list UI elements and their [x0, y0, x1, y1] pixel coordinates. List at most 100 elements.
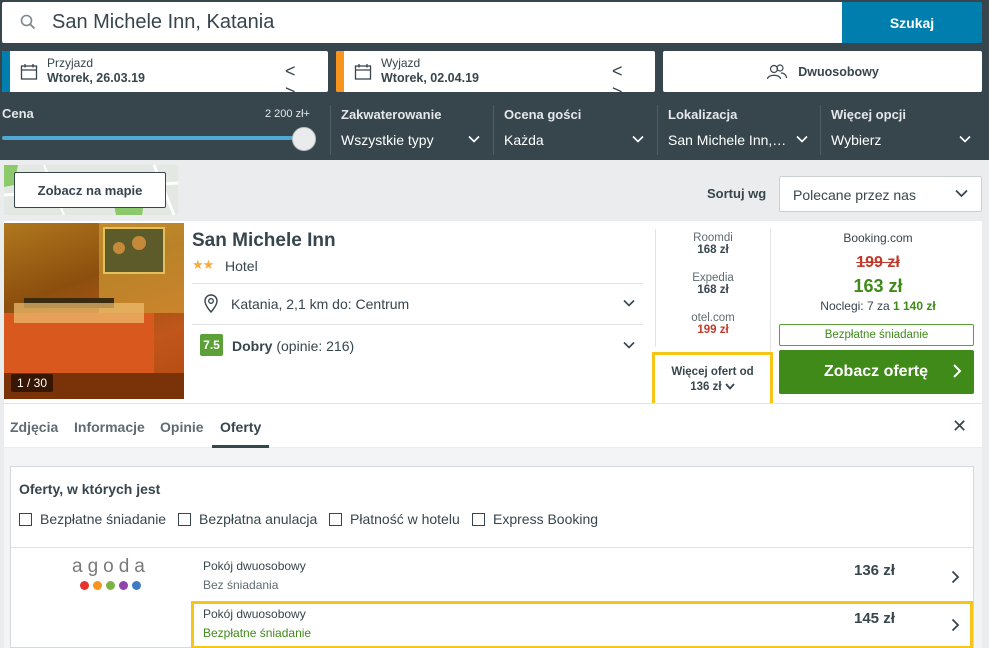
offer-meal: Bez śniadania	[203, 578, 279, 592]
offer-meal: Bezpłatne śniadanie	[203, 626, 312, 640]
filter-more-options[interactable]: Więcej opcji Wybierz	[820, 105, 983, 155]
hotel-photo[interactable]: 1 / 30	[4, 223, 184, 399]
more-offers-label: Więcej ofert od	[671, 366, 754, 378]
mini-deal-otel[interactable]: otel.com 199 zł	[656, 312, 770, 336]
checkbox-label: Płatność w hotelu	[350, 511, 460, 527]
checkout-stripe	[336, 51, 344, 92]
hotel-location[interactable]: Katania, 2,1 km do: Centrum	[231, 296, 409, 312]
checkout-value: Wtorek, 02.04.19	[381, 71, 479, 85]
logo-dot	[119, 581, 129, 590]
view-deal-button[interactable]: Zobacz ofertę	[779, 350, 974, 394]
close-icon[interactable]: ✕	[952, 416, 967, 437]
guests-selector[interactable]: Dwuosobowy	[663, 51, 982, 92]
tab-offers[interactable]: Oferty	[220, 419, 261, 435]
checkbox[interactable]	[472, 512, 485, 526]
checkbox[interactable]	[19, 512, 32, 526]
filter-pay-at-hotel[interactable]: Płatność w hotelu	[329, 511, 460, 527]
filter-free-cancellation[interactable]: Bezpłatna anulacja	[178, 511, 317, 527]
offer-row[interactable]: Pokój dwuosobowy Bez śniadania 136 zł	[191, 551, 973, 599]
filter-title: Lokalizacja	[668, 107, 738, 122]
chevron-down-icon	[955, 189, 968, 198]
divider	[192, 283, 643, 284]
chevron-down-icon[interactable]	[623, 341, 635, 349]
checkbox-label: Bezpłatna anulacja	[199, 511, 318, 527]
mini-deal-roomdi[interactable]: Roomdi 168 zł	[656, 232, 770, 256]
rating-word: Dobry	[232, 338, 273, 354]
calendar-icon	[354, 64, 372, 80]
price-slider-track[interactable]	[2, 136, 304, 140]
filter-guest-rating[interactable]: Ocena gości Każda	[493, 105, 656, 155]
price-slider-thumb[interactable]	[292, 127, 316, 151]
nights-total: 1 140 zł	[893, 299, 936, 313]
offer-room: Pokój dwuosobowy	[203, 607, 306, 621]
tab-info[interactable]: Informacje	[74, 419, 145, 435]
mini-deal-price: 168 zł	[697, 244, 729, 256]
chevron-down-icon	[725, 383, 735, 390]
filter-value: Wybierz	[831, 132, 882, 148]
filter-express-booking[interactable]: Express Booking	[472, 511, 598, 527]
top-bar: San Michele Inn, Katania Szukaj Przyjazd…	[0, 0, 989, 160]
tab-reviews[interactable]: Opinie	[160, 419, 204, 435]
divider	[192, 324, 643, 325]
search-input[interactable]: San Michele Inn, Katania	[2, 2, 842, 43]
free-breakfast-badge: Bezpłatne śniadanie	[779, 324, 974, 346]
checkbox[interactable]	[178, 512, 191, 526]
hotel-tabs: Zdjęcia Informacje Opinie Oferty ✕	[4, 403, 982, 448]
offer-price: 136 zł	[854, 562, 895, 579]
deal-provider: Booking.com	[843, 231, 913, 245]
checkout-label: Wyjazd	[381, 56, 421, 70]
checkbox-label: Bezpłatne śniadanie	[40, 511, 167, 527]
chevron-down-icon	[632, 135, 644, 143]
mini-deal-price: 199 zł	[697, 324, 729, 336]
mini-deal-name: otel.com	[691, 312, 735, 324]
location-pin-icon	[204, 294, 218, 313]
price-max: 2 200 zł+	[265, 108, 310, 120]
mini-deal-expedia[interactable]: Expedia 168 zł	[656, 272, 770, 296]
sort-label: Sortuj wg	[707, 186, 767, 201]
search-query: San Michele Inn, Katania	[52, 11, 275, 33]
nights-summary: Noclegi: 7 za 1 140 zł	[774, 299, 982, 313]
search-button[interactable]: Szukaj	[842, 2, 982, 43]
filter-free-breakfast[interactable]: Bezpłatne śniadanie	[19, 511, 166, 527]
filter-accommodation[interactable]: Zakwaterowanie Wszystkie typy	[330, 105, 492, 155]
checkin-value: Wtorek, 26.03.19	[47, 71, 145, 85]
chevron-down-icon	[959, 135, 971, 143]
divider	[11, 547, 973, 548]
tab-photos[interactable]: Zdjęcia	[10, 419, 58, 435]
date-nav-arrows[interactable]: < >	[285, 61, 328, 92]
logo-dot	[93, 581, 103, 590]
checkout-date[interactable]: Wyjazd Wtorek, 02.04.19 < >	[336, 51, 655, 92]
logo-dot	[106, 581, 116, 590]
users-icon	[767, 63, 788, 79]
offers-panel: Oferty, w których jest Bezpłatne śniadan…	[10, 466, 974, 648]
old-price: 199 zł	[856, 254, 900, 271]
search-icon	[20, 14, 36, 30]
chevron-right-icon	[953, 364, 962, 378]
hotel-room-image	[4, 223, 184, 399]
calendar-icon	[20, 64, 38, 80]
more-offers-button[interactable]: Więcej ofert od 136 zł	[652, 352, 773, 406]
checkbox[interactable]	[329, 512, 342, 526]
rating-score: 7.5	[200, 334, 223, 356]
chevron-down-icon	[468, 135, 480, 143]
more-offers-price: 136 zł	[690, 381, 722, 393]
date-nav-arrows[interactable]: < >	[612, 61, 655, 92]
filter-location[interactable]: Lokalizacja San Michele Inn,…	[657, 105, 820, 155]
mini-deal-name: Expedia	[692, 272, 734, 284]
filter-title: Ocena gości	[504, 107, 582, 122]
filter-value: Wszystkie typy	[341, 132, 434, 148]
offers-title: Oferty, w których jest	[19, 481, 161, 497]
checkin-date[interactable]: Przyjazd Wtorek, 26.03.19 < >	[2, 51, 328, 92]
hotel-name[interactable]: San Michele Inn	[192, 230, 336, 252]
offer-row-highlighted[interactable]: Pokój dwuosobowy Bezpłatne śniadanie 145…	[191, 601, 973, 648]
star-rating: ★★	[192, 257, 214, 272]
filter-title: Więcej opcji	[831, 107, 907, 122]
rating-summary[interactable]: Dobry (opinie: 216)	[232, 338, 354, 354]
chevron-right-icon	[951, 618, 960, 632]
hotel-type: Hotel	[225, 258, 258, 274]
checkin-label: Przyjazd	[47, 56, 94, 70]
sort-select[interactable]: Polecane przez nas	[779, 176, 982, 212]
show-on-map-button[interactable]: Zobacz na mapie	[14, 172, 166, 208]
chevron-down-icon[interactable]	[623, 299, 635, 307]
filter-title: Zakwaterowanie	[341, 107, 442, 122]
